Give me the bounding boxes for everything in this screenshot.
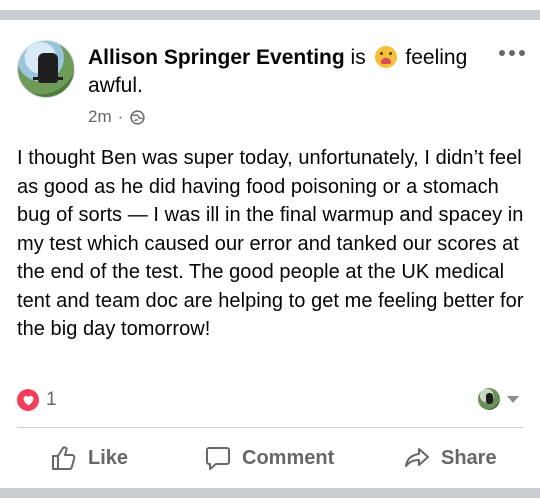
post-meta: 2m ·: [88, 107, 146, 127]
seen-by[interactable]: [478, 388, 519, 410]
like-button[interactable]: Like: [50, 438, 128, 478]
comment-button[interactable]: Comment: [204, 438, 334, 478]
like-label: Like: [88, 446, 129, 469]
post-actions: Like Comment Share: [0, 438, 540, 478]
viewer-avatar: [478, 388, 500, 410]
share-icon: [405, 448, 429, 467]
meta-separator: ·: [117, 107, 124, 126]
post-text: I thought Ben was super today, unfortuna…: [17, 147, 524, 340]
comment-label: Comment: [242, 446, 335, 469]
share-label: Share: [441, 446, 497, 469]
chevron-down-icon: [507, 395, 519, 403]
reaction-count: 1: [46, 389, 57, 410]
more-options-icon[interactable]: [497, 44, 527, 62]
divider: [17, 427, 523, 428]
thumbs-up-icon: [52, 446, 76, 470]
sick-face-icon: [374, 46, 397, 68]
bottom-separator: [0, 488, 540, 498]
share-button[interactable]: Share: [403, 438, 497, 478]
heart-reaction-icon: [17, 389, 39, 411]
author-avatar[interactable]: [17, 40, 75, 98]
post-header: Allison Springer Eventing is feeling awf…: [17, 38, 527, 128]
globe-icon[interactable]: [129, 109, 146, 126]
author-name[interactable]: Allison Springer Eventing: [88, 46, 345, 69]
reaction-summary[interactable]: 1: [17, 388, 57, 412]
post-timestamp[interactable]: 2m: [88, 107, 112, 127]
author-line: Allison Springer Eventing is feeling awf…: [88, 44, 488, 100]
comment-icon: [206, 447, 230, 470]
top-separator: [0, 10, 540, 20]
activity-prefix: is: [350, 46, 366, 69]
